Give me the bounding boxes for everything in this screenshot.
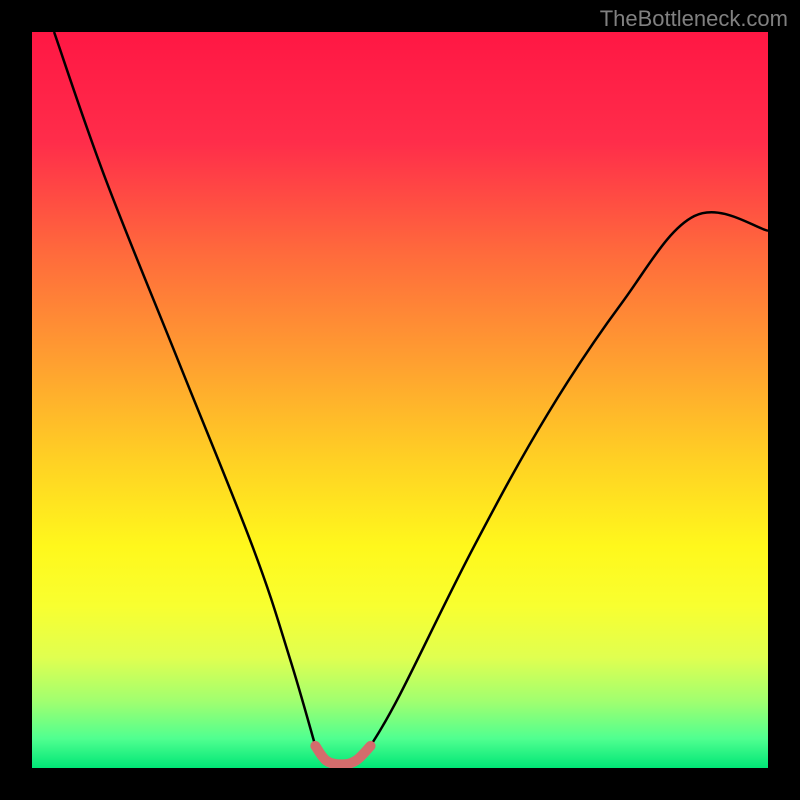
curve-right-path (371, 212, 768, 746)
curve-left-path (54, 32, 315, 746)
highlight-path (315, 746, 370, 764)
chart-container (32, 32, 768, 768)
watermark-text: TheBottleneck.com (600, 6, 788, 32)
curve-overlay (32, 32, 768, 768)
